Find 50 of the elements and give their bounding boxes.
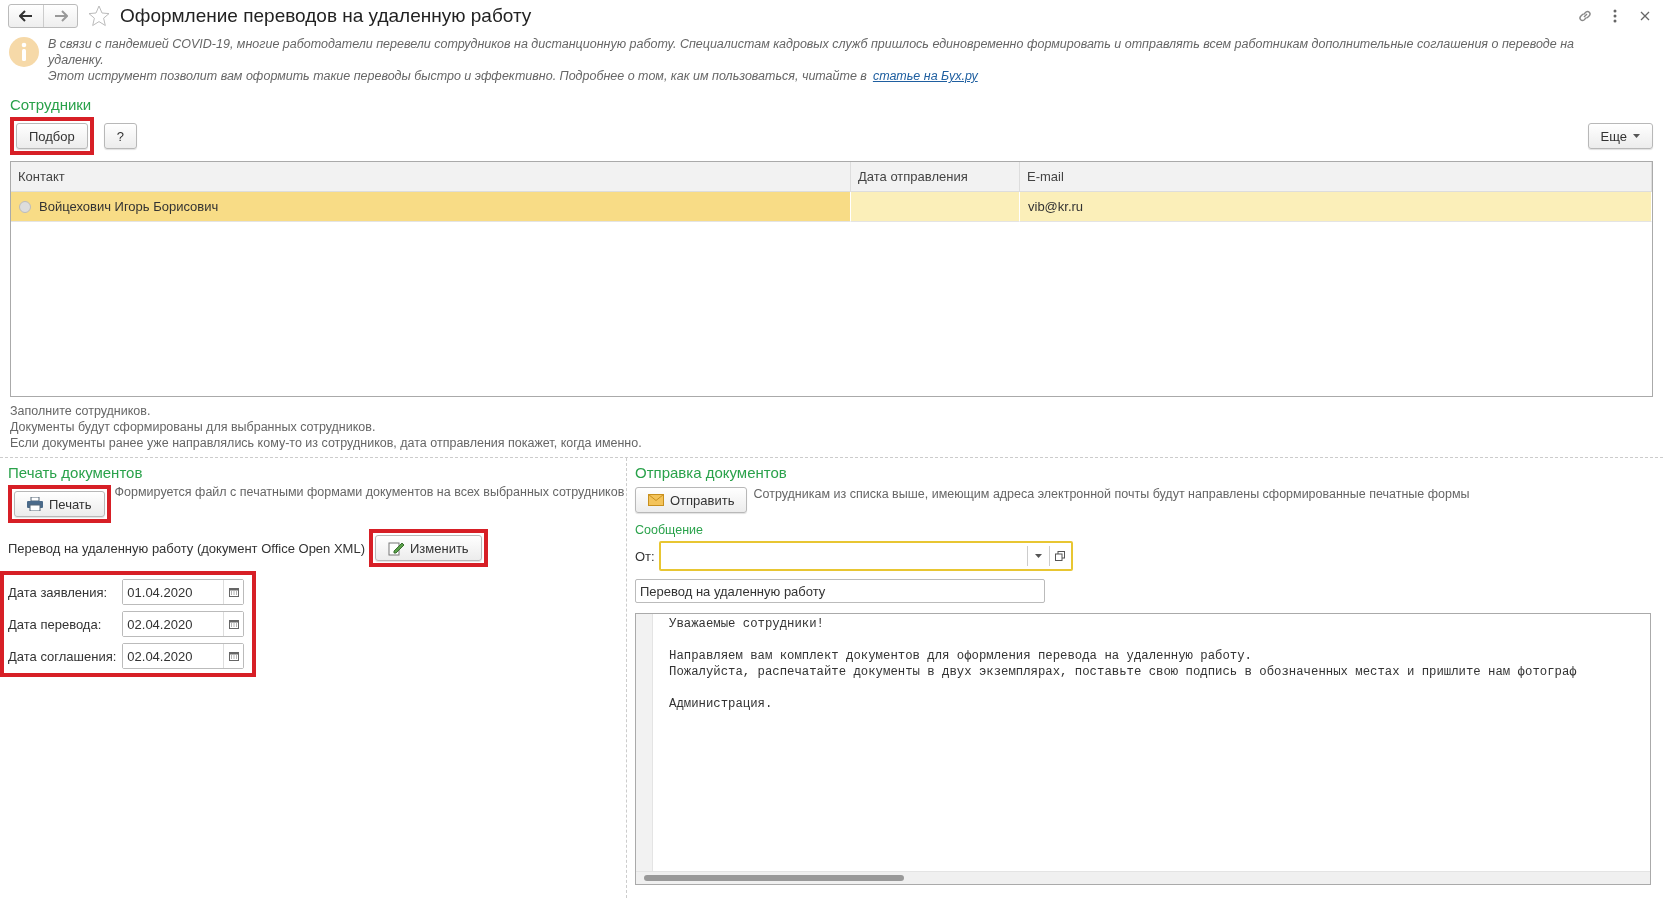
description-text: Формируется файл с печатными формами документов на всех выбранных сотрудников (114, 485, 625, 499)
section-title: Печать документов (8, 464, 144, 481)
date-field[interactable]: 02.04.2020 (122, 611, 245, 637)
scrollbar-thumb[interactable] (644, 875, 904, 881)
subject-field[interactable]: Перевод на удаленную работу (635, 579, 1045, 603)
info-icon (8, 36, 40, 68)
hint-text: Документы будут сформированы для выбранных сотрудников. (10, 419, 377, 435)
column-header[interactable]: Дата отправления (851, 162, 1020, 192)
send-button[interactable]: Отправить (635, 487, 748, 513)
hint-text: Если документы ранее уже направлялись кому-то из сотрудников, дата отправления покажет, когда именно. (10, 435, 643, 451)
print-button[interactable]: Печать (14, 491, 105, 517)
description-text: Сотрудникам из списка выше, имеющим адреса электронной почты будут направлены сформированные печатные формы (753, 487, 1470, 501)
date-label: Дата соглашения: (8, 648, 117, 664)
more-button[interactable]: Еще (1587, 123, 1653, 149)
status-icon (19, 200, 31, 213)
edit-button[interactable]: Изменить (375, 535, 482, 561)
hint-text: Заполните сотрудников. (10, 403, 152, 419)
section-title: Отправка документов (635, 464, 788, 481)
pick-button[interactable]: Подбор (16, 123, 88, 149)
message-text: Уважаемые сотрудники! Направляем вам комплект документов для оформления перевода на удаленную работу. Пожалуйста, распечатайте документы в двух экземплярах, поставьте свою подпись в обозначенных местах и пришлите нам фотограф Администрация. (668, 616, 1577, 713)
date-field[interactable]: 01.04.2020 (122, 579, 245, 605)
column-header[interactable]: E-mail (1020, 162, 1652, 192)
horizontal-scrollbar[interactable] (636, 871, 1650, 884)
template-label: Перевод на удаленную работу (документ Office Open XML) (8, 540, 365, 556)
help-button[interactable]: ? (103, 123, 137, 149)
table-cell: vib@kr.ru (1028, 199, 1084, 214)
from-label: От: (635, 548, 655, 564)
info-text: В связи с пандемией COVID-19, многие работодатели перевели сотрудников на дистанционную работу. Специалистам кадровых служб пришлось единовременно формировать и отправлять всем работникам дополнительные соглашения о переводе на удаленку. (48, 36, 1575, 68)
printer-icon (27, 497, 43, 511)
column-header[interactable]: Контакт (11, 162, 851, 192)
forward-arrow-icon (53, 10, 68, 22)
edit-icon (388, 540, 404, 556)
caret-icon (1633, 134, 1640, 138)
article-link[interactable]: статье на Бух.ру (872, 69, 978, 83)
back-arrow-icon (19, 10, 33, 22)
calendar-icon[interactable] (223, 644, 244, 668)
from-field[interactable] (658, 541, 1073, 571)
info-text: Этот иструмент позволит вам оформить такие переводы быстро и эффективно. Подробнее о том, как им пользоваться, читайте в статье на Бух.ру (48, 68, 979, 84)
star-icon[interactable] (88, 5, 110, 27)
group-title: Сообщение (635, 523, 705, 537)
envelope-icon (648, 494, 664, 506)
date-label: Дата перевода: (8, 616, 103, 632)
date-field[interactable]: 02.04.2020 (122, 643, 245, 669)
section-title: Сотрудники (10, 96, 93, 113)
message-field[interactable] (635, 613, 1651, 885)
date-label: Дата заявления: (8, 584, 109, 600)
window-title: Оформление переводов на удаленную работу (120, 5, 533, 27)
calendar-icon[interactable] (223, 580, 244, 604)
calendar-icon[interactable] (223, 612, 244, 636)
contact-name: Войцехович Игорь Борисович (39, 199, 219, 214)
